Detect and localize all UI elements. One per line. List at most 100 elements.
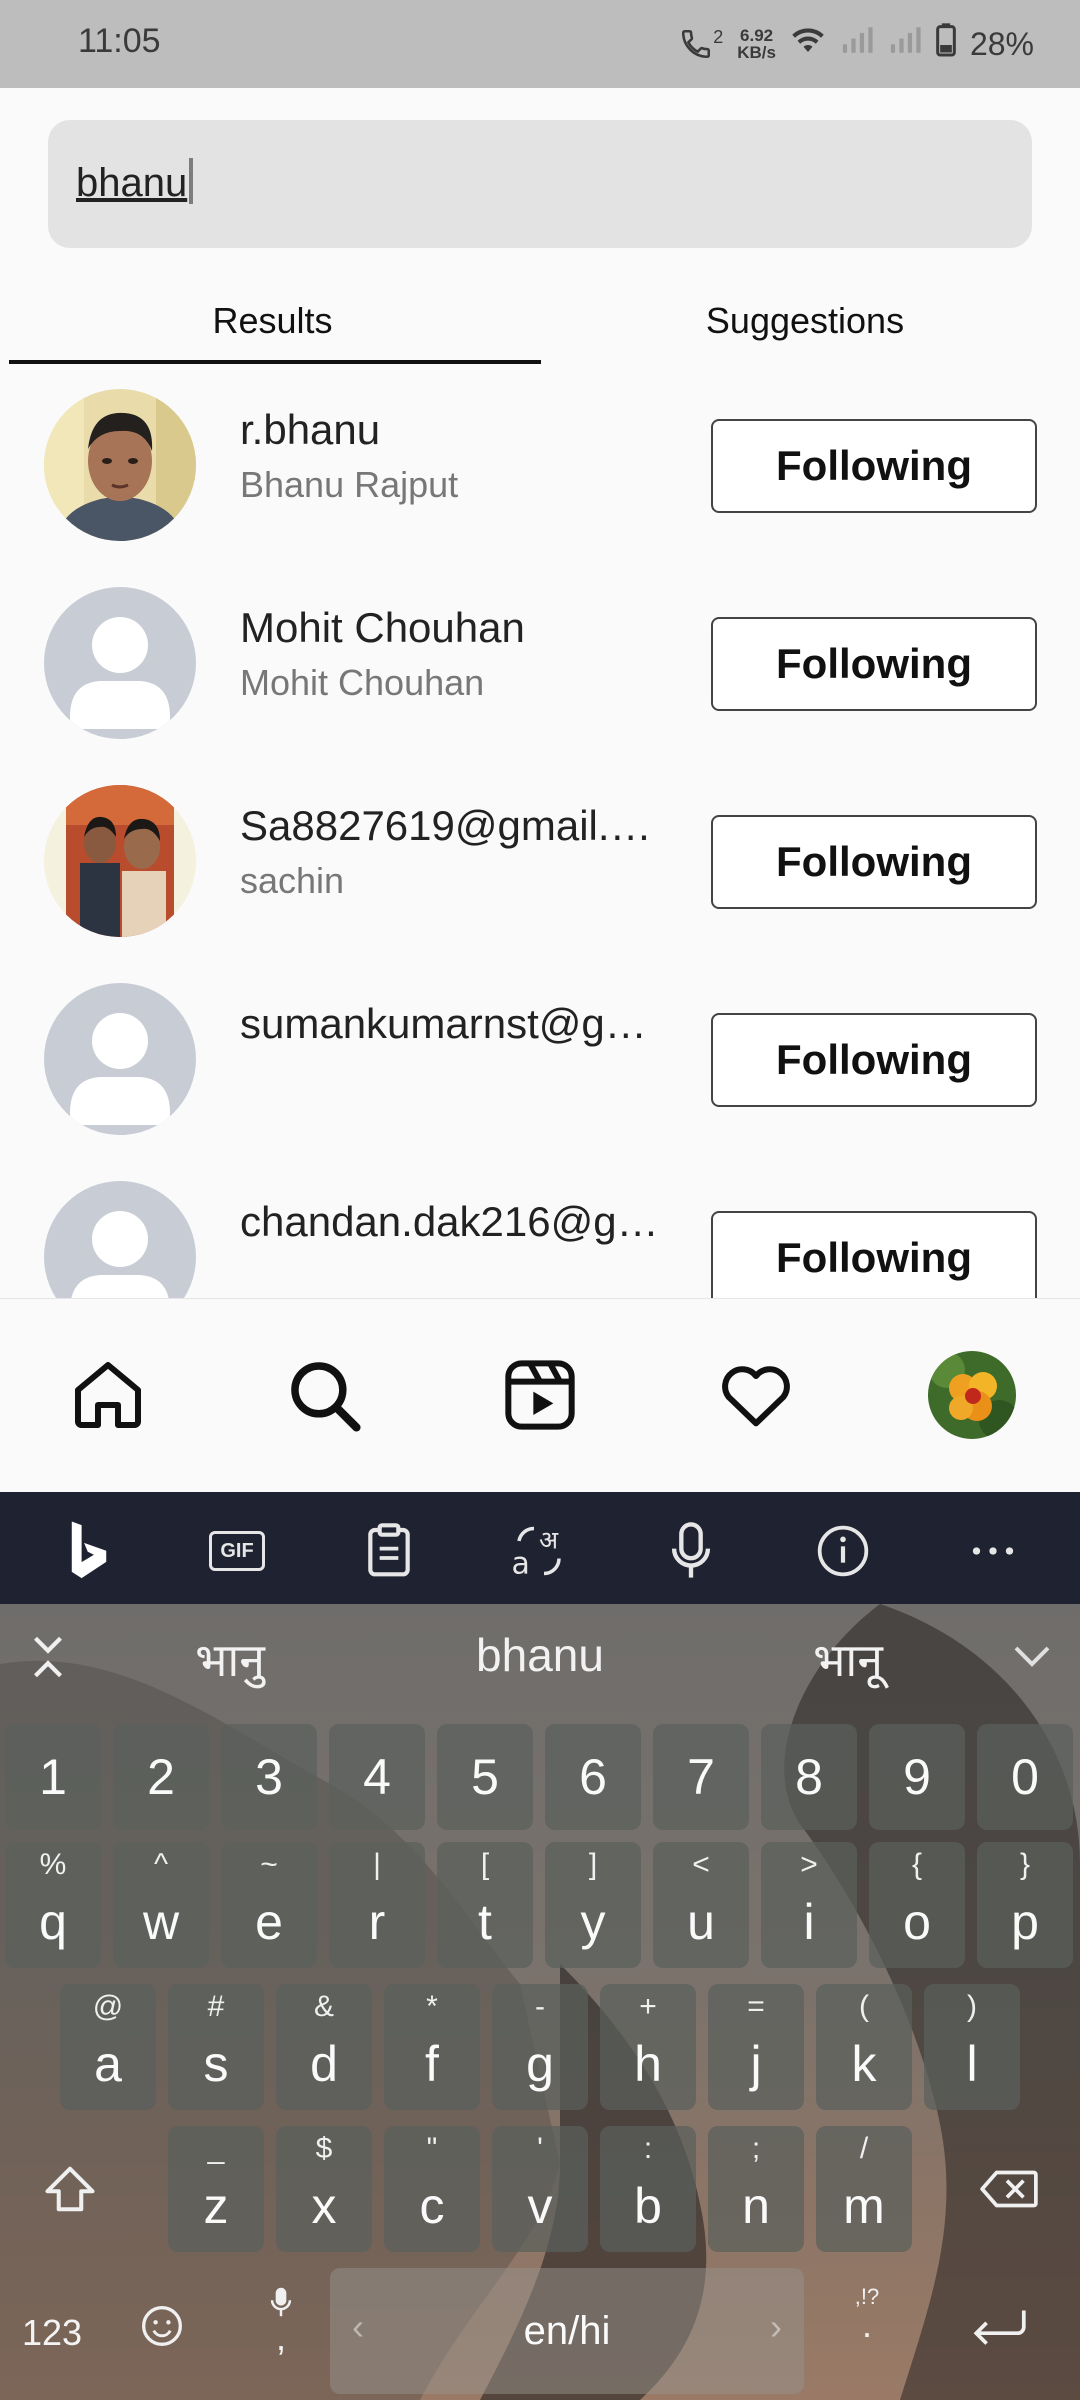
key-y[interactable]: ] y [545, 1842, 641, 1968]
key-a[interactable]: @ a [60, 1984, 156, 2110]
key-k[interactable]: (k [816, 1984, 912, 2110]
key-g[interactable]: -g [492, 1984, 588, 2110]
signal-icon-1 [840, 24, 874, 64]
net-speed-unit: KB/s [737, 43, 776, 62]
key-8[interactable]: 8 [761, 1724, 857, 1830]
suggestion-2[interactable]: bhanu [430, 1628, 650, 1682]
gif-icon[interactable]: GIF [204, 1518, 270, 1584]
comma-key[interactable]: , [256, 2286, 306, 2358]
following-button[interactable]: Following [711, 1013, 1037, 1107]
emoji-icon[interactable] [140, 2304, 184, 2353]
key-1[interactable]: 1 [5, 1724, 101, 1830]
key-q[interactable]: % q [5, 1842, 101, 1968]
status-bar: 11:05 2 6.92 KB/s 28% [0, 0, 1080, 88]
following-button[interactable]: Following [711, 815, 1037, 909]
result-row[interactable]: chandan.dak216@gmail.com Following [0, 1156, 1080, 1298]
info-icon[interactable] [810, 1518, 876, 1584]
heart-icon[interactable] [706, 1345, 806, 1445]
key-9[interactable]: 9 [869, 1724, 965, 1830]
key-5[interactable]: 5 [437, 1724, 533, 1830]
suggestion-1[interactable]: भानु [130, 1628, 330, 1690]
key-6[interactable]: 6 [545, 1724, 641, 1830]
status-time: 11:05 [78, 22, 161, 60]
default-avatar-icon[interactable] [44, 983, 196, 1135]
results-list[interactable]: r.bhanu Bhanu Rajput Following Mohit Cho… [0, 364, 1080, 1298]
svg-text:a: a [512, 1547, 530, 1582]
result-row[interactable]: Sa8827619@gmail.com sachin Following [0, 760, 1080, 958]
default-avatar-icon[interactable] [44, 1181, 196, 1298]
result-names[interactable]: Mohit Chouhan Mohit Chouhan [240, 604, 660, 704]
key-o[interactable]: {o [869, 1842, 965, 1968]
result-row[interactable]: sumankumarnst@gmail.com Following [0, 958, 1080, 1156]
key-t[interactable]: [t [437, 1842, 533, 1968]
search-input[interactable]: bhanu [48, 120, 1032, 248]
full-name: Mohit Chouhan [240, 662, 485, 703]
key-4[interactable]: 4 [329, 1724, 425, 1830]
profile-avatar[interactable] [922, 1345, 1022, 1445]
shift-key[interactable] [5, 2126, 135, 2252]
comma-label: , [275, 2317, 286, 2358]
period-key[interactable]: ,!? . [842, 2284, 892, 2343]
key-u[interactable]: < u [653, 1842, 749, 1968]
backspace-icon [980, 2170, 1038, 2208]
result-row[interactable]: Mohit Chouhan Mohit Chouhan Following [0, 562, 1080, 760]
key-m[interactable]: / m [816, 2126, 912, 2252]
key-v[interactable]: ' v [492, 2126, 588, 2252]
space-bar[interactable]: ‹ en/hi › [330, 2268, 804, 2394]
bing-icon[interactable] [56, 1518, 122, 1584]
key-0[interactable]: 0 [977, 1724, 1073, 1830]
keyboard-toolbar: GIF aअ [0, 1492, 1080, 1604]
key-s[interactable]: # s [168, 1984, 264, 2110]
key-i[interactable]: > i [761, 1842, 857, 1968]
key-2[interactable]: 2 [113, 1724, 209, 1830]
key-j[interactable]: = j [708, 1984, 804, 2110]
net-speed: 6.92 KB/s [737, 27, 776, 61]
avatar[interactable] [44, 389, 196, 541]
search-icon[interactable] [274, 1345, 374, 1445]
result-row[interactable]: r.bhanu Bhanu Rajput Following [0, 364, 1080, 562]
more-icon[interactable] [960, 1518, 1026, 1584]
home-icon[interactable] [58, 1345, 158, 1445]
call-badge: 2 [713, 27, 724, 47]
enter-key[interactable] [968, 2306, 1030, 2353]
translate-icon[interactable]: aअ [506, 1518, 572, 1584]
following-button[interactable]: Following [711, 617, 1037, 711]
status-icons: 2 6.92 KB/s 28% [679, 18, 1034, 70]
microphone-icon[interactable] [658, 1518, 724, 1584]
symbols-key[interactable]: 123 [22, 2312, 82, 2354]
reels-icon[interactable] [490, 1345, 590, 1445]
key-r[interactable]: | r [329, 1842, 425, 1968]
default-avatar-icon[interactable] [44, 587, 196, 739]
following-button[interactable]: Following [711, 1211, 1037, 1298]
key-h[interactable]: + h [600, 1984, 696, 2110]
key-z[interactable]: _ z [168, 2126, 264, 2252]
tab-suggestions[interactable]: Suggestions [540, 300, 1070, 342]
key-l[interactable]: ) l [924, 1984, 1020, 2110]
result-names[interactable]: Sa8827619@gmail.com sachin [240, 802, 660, 902]
key-n[interactable]: ; n [708, 2126, 804, 2252]
result-names[interactable]: chandan.dak216@gmail.com [240, 1198, 660, 1246]
wifi-icon [790, 24, 826, 64]
battery-percent: 28% [969, 25, 1034, 62]
result-names[interactable]: sumankumarnst@gmail.com [240, 1000, 660, 1048]
collapse-icon[interactable] [26, 1632, 70, 1687]
result-names[interactable]: r.bhanu Bhanu Rajput [240, 406, 660, 506]
key-w[interactable]: ^ w [113, 1842, 209, 1968]
suggestion-3[interactable]: भानू [748, 1628, 948, 1690]
key-3[interactable]: 3 [221, 1724, 317, 1830]
key-7[interactable]: 7 [653, 1724, 749, 1830]
backspace-key[interactable] [944, 2126, 1074, 2252]
tab-results[interactable]: Results [0, 300, 545, 342]
avatar[interactable] [44, 785, 196, 937]
following-button[interactable]: Following [711, 419, 1037, 513]
username: chandan.dak216@gmail.com [240, 1198, 660, 1245]
chevron-down-icon[interactable] [1012, 1644, 1052, 1673]
key-p[interactable]: } p [977, 1842, 1073, 1968]
clipboard-icon[interactable] [356, 1518, 422, 1584]
key-c[interactable]: " c [384, 2126, 480, 2252]
key-f[interactable]: * f [384, 1984, 480, 2110]
key-e[interactable]: ~ e [221, 1842, 317, 1968]
key-d[interactable]: & d [276, 1984, 372, 2110]
key-x[interactable]: $ x [276, 2126, 372, 2252]
key-b[interactable]: :b [600, 2126, 696, 2252]
